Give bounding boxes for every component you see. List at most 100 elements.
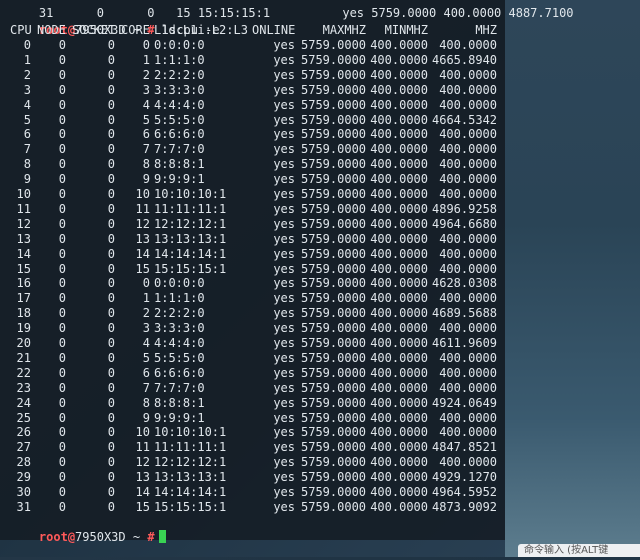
- cpu-cell: 7: [23, 142, 31, 157]
- cache-cell: 10:10:10:1: [154, 425, 227, 440]
- core-cell: 5: [142, 112, 150, 127]
- maxmhz-cell: 5759.0000: [301, 321, 367, 336]
- minmhz-cell: 400.0000: [370, 127, 428, 142]
- text-cursor[interactable]: [158, 530, 166, 543]
- column-header: L1d:L1i:L2:L3: [154, 23, 248, 37]
- cpu-cell: 12: [16, 216, 31, 231]
- socket-cell: 0: [107, 97, 115, 112]
- node-cell: 0: [58, 246, 66, 261]
- core-cell: 13: [135, 470, 150, 485]
- cache-cell: 12:12:12:1: [154, 216, 227, 231]
- socket-cell: 0: [107, 499, 115, 514]
- mhz-cell: 4847.8521: [432, 440, 498, 455]
- core-cell: 12: [135, 455, 150, 470]
- cache-cell: 5:5:5:0: [154, 350, 205, 365]
- column-header: MAXMHZ: [322, 23, 366, 37]
- active-prompt-line[interactable]: root@7950X3D ~ #: [10, 515, 166, 544]
- cpu-cell: 14: [16, 246, 31, 261]
- cache-cell: 7:7:7:0: [154, 380, 205, 395]
- cache-cell: 2:2:2:0: [154, 67, 205, 82]
- cpu-cell: 25: [16, 410, 31, 425]
- maxmhz-cell: 5759.0000: [301, 201, 367, 216]
- socket-cell: 0: [107, 380, 115, 395]
- cache-cell: 14:14:14:1: [154, 485, 227, 499]
- maxmhz-cell: 5759.0000: [301, 52, 367, 67]
- core-cell: 2: [142, 306, 150, 321]
- cpu-cell: 19: [16, 321, 31, 336]
- socket-cell: 0: [107, 231, 115, 246]
- cpu-cell: 30: [16, 485, 31, 499]
- minmhz-cell: 400.0000: [370, 216, 428, 231]
- node-cell: 0: [58, 365, 66, 380]
- core-cell: 11: [135, 440, 150, 455]
- ime-input-hint[interactable]: 命令输入 (按ALT键: [518, 544, 640, 557]
- socket-cell: 0: [107, 306, 115, 321]
- column-header: NODE: [37, 23, 66, 37]
- cpu-cell: 28: [16, 455, 31, 470]
- minmhz-cell: 400.0000: [370, 231, 428, 246]
- column-header: CORE: [121, 23, 150, 37]
- node-cell: 0: [58, 67, 66, 82]
- socket-cell: 0: [107, 38, 115, 52]
- mhz-cell: 4611.9609: [432, 336, 498, 350]
- node-cell: 0: [58, 410, 66, 425]
- minmhz-cell: 400.0000: [370, 321, 428, 336]
- node-cell: 0: [58, 38, 66, 52]
- minmhz-cell: 400.0000: [370, 52, 428, 67]
- cpu-cell: 5: [23, 112, 31, 127]
- mhz-cell: 4924.0649: [432, 395, 498, 410]
- core-cell: 15: [135, 261, 150, 276]
- core-cell: 3: [142, 321, 150, 336]
- cpu-cell: 15: [16, 261, 31, 276]
- cpu-cell: 27: [16, 440, 31, 455]
- minmhz-cell: 400.0000: [370, 440, 428, 455]
- cpu-cell: 1: [23, 52, 31, 67]
- socket-cell: 0: [107, 216, 115, 231]
- socket-cell: 0: [107, 350, 115, 365]
- mhz-cell: 400.0000: [439, 172, 497, 187]
- terminal-window[interactable]: 31 0 0 15 15:15:15:1 yes 5759.0000 400.0…: [0, 0, 574, 544]
- cpu-cell: 31: [16, 499, 31, 514]
- maxmhz-cell: 5759.0000: [301, 112, 367, 127]
- mhz-cell: 400.0000: [439, 246, 497, 261]
- minmhz-cell: 400.0000: [370, 201, 428, 216]
- core-cell: 4: [142, 336, 150, 350]
- cpu-cell: 11: [16, 201, 31, 216]
- cpu-cell: 20: [16, 336, 31, 350]
- node-cell: 0: [58, 97, 66, 112]
- core-cell: 1: [142, 291, 150, 306]
- cpu-cell: 9: [23, 172, 31, 187]
- prompt-symbol: #: [147, 530, 155, 544]
- online-cell: yes: [273, 470, 295, 485]
- online-cell: yes: [273, 291, 295, 306]
- maxmhz-cell: 5759.0000: [301, 380, 367, 395]
- mhz-cell: 400.0000: [439, 187, 497, 201]
- maxmhz-cell: 5759.0000: [301, 485, 367, 499]
- cpu-cell: 13: [16, 231, 31, 246]
- socket-cell: 0: [107, 67, 115, 82]
- node-cell: 0: [58, 336, 66, 350]
- node-cell: 0: [58, 395, 66, 410]
- core-cell: 10: [135, 425, 150, 440]
- maxmhz-cell: 5759.0000: [301, 291, 367, 306]
- node-cell: 0: [58, 276, 66, 291]
- column-header: SOCKET: [72, 23, 116, 37]
- minmhz-cell: 400.0000: [370, 276, 428, 291]
- node-cell: 0: [58, 261, 66, 276]
- core-cell: 7: [142, 142, 150, 157]
- maxmhz-cell: 5759.0000: [301, 336, 367, 350]
- online-cell: yes: [273, 410, 295, 425]
- online-cell: yes: [273, 380, 295, 395]
- online-cell: yes: [273, 455, 295, 470]
- maxmhz-cell: 5759.0000: [301, 172, 367, 187]
- socket-cell: 0: [107, 470, 115, 485]
- cache-cell: 3:3:3:0: [154, 321, 205, 336]
- core-cell: 8: [142, 395, 150, 410]
- maxmhz-cell: 5759.0000: [301, 410, 367, 425]
- maxmhz-cell: 5759.0000: [301, 187, 367, 201]
- minmhz-cell: 400.0000: [370, 67, 428, 82]
- socket-cell: 0: [107, 410, 115, 425]
- mhz-cell: 400.0000: [439, 157, 497, 172]
- core-cell: 2: [142, 67, 150, 82]
- mhz-cell: 4665.8940: [432, 52, 498, 67]
